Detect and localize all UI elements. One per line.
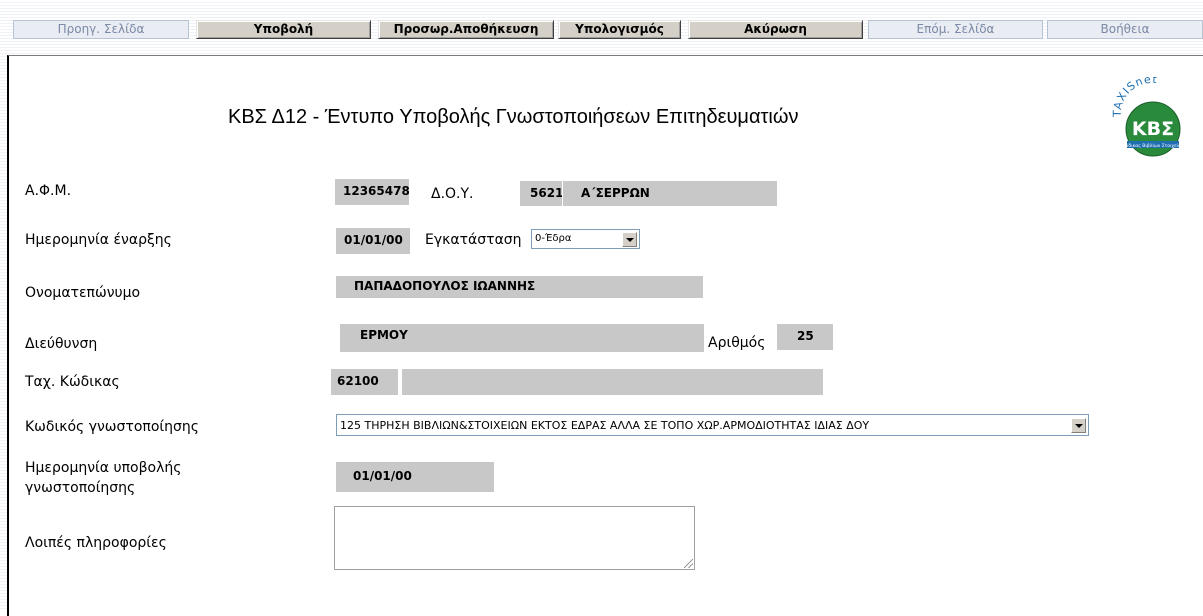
cancel-button[interactable]: Ακύρωση [688, 20, 863, 39]
other-info-label: Λοιπές πληροφορίες [25, 535, 167, 551]
submission-date-label-line1: Ημερομηνία υποβολής [25, 460, 182, 476]
number-field[interactable]: 25 [777, 324, 833, 350]
temp-save-button[interactable]: Προσωρ.Αποθήκευση [378, 20, 554, 39]
doy-name-field[interactable]: Α΄ΣΕΡΡΩΝ [563, 181, 777, 206]
notice-code-select[interactable]: 125 ΤΗΡΗΣΗ ΒΙΒΛΙΩΝ&ΣΤΟΙΧΕΙΩΝ ΕΚΤΟΣ ΕΔΡΑΣ… [336, 414, 1089, 436]
submit-button[interactable]: Υποβολή [196, 20, 371, 39]
submission-date-field[interactable]: 01/01/00 [336, 462, 494, 492]
postcode-label: Ταχ. Κώδικας [25, 374, 120, 390]
afm-field[interactable]: 123654789 [335, 179, 409, 205]
logo-subtext: Κώδικας Βιβλίων Στοιχείων [1122, 142, 1185, 149]
chevron-down-icon[interactable] [1071, 418, 1086, 433]
fullname-field[interactable]: ΠΑΠΑΔΟΠΟΥΛΟΣ ΙΩΑΝΝΗΣ [336, 276, 703, 298]
resize-grip-icon[interactable] [684, 559, 693, 568]
postcode-field[interactable]: 62100 [331, 369, 398, 395]
afm-label: Α.Φ.Μ. [25, 183, 72, 199]
logo-text: ΚΒΣ [1132, 118, 1174, 140]
start-date-label: Ημερομηνία έναρξης [25, 232, 172, 248]
doy-code-field[interactable]: 5621 [520, 181, 562, 206]
other-info-textarea[interactable] [334, 506, 695, 570]
notice-code-value: 125 ΤΗΡΗΣΗ ΒΙΒΛΙΩΝ&ΣΤΟΙΧΕΙΩΝ ΕΚΤΟΣ ΕΔΡΑΣ… [340, 419, 870, 432]
help-button[interactable]: Βοήθεια [1047, 20, 1203, 39]
notice-code-label: Κωδικός γνωστοποίησης [25, 419, 199, 435]
installation-label: Εγκατάσταση [425, 232, 522, 248]
calculate-button[interactable]: Υπολογισμός [558, 20, 681, 39]
start-date-field[interactable]: 01/01/00 [336, 228, 410, 254]
next-page-button[interactable]: Επόμ. Σελίδα [868, 20, 1043, 39]
prev-page-button[interactable]: Προηγ. Σελίδα [13, 20, 189, 39]
fullname-label: Ονοματεπώνυμο [25, 285, 141, 301]
doy-label: Δ.Ο.Υ. [431, 186, 474, 202]
taxisnet-kbs-logo: TAXISnet ΚΒΣ Κώδικας Βιβλίων Στοιχείων [1111, 77, 1185, 157]
submission-date-label-line2: γνωστοποίησης [25, 480, 136, 496]
postcode-area-field[interactable] [402, 369, 823, 395]
installation-value: 0-Έδρα [535, 233, 572, 244]
submission-date-label: Ημερομηνία υποβολής γνωστοποίησης [25, 458, 181, 498]
form-title: ΚΒΣ Δ12 - Έντυπο Υποβολής Γνωστοποιήσεων… [228, 106, 799, 128]
address-label: Διεύθυνση [25, 336, 98, 352]
address-field[interactable]: ΕΡΜΟΥ [340, 324, 704, 352]
number-label: Αριθμός [708, 335, 766, 351]
toolbar: Προηγ. Σελίδα Υποβολή Προσωρ.Αποθήκευση … [0, 0, 1203, 46]
installation-select[interactable]: 0-Έδρα [531, 229, 640, 249]
chevron-down-icon[interactable] [622, 232, 637, 247]
